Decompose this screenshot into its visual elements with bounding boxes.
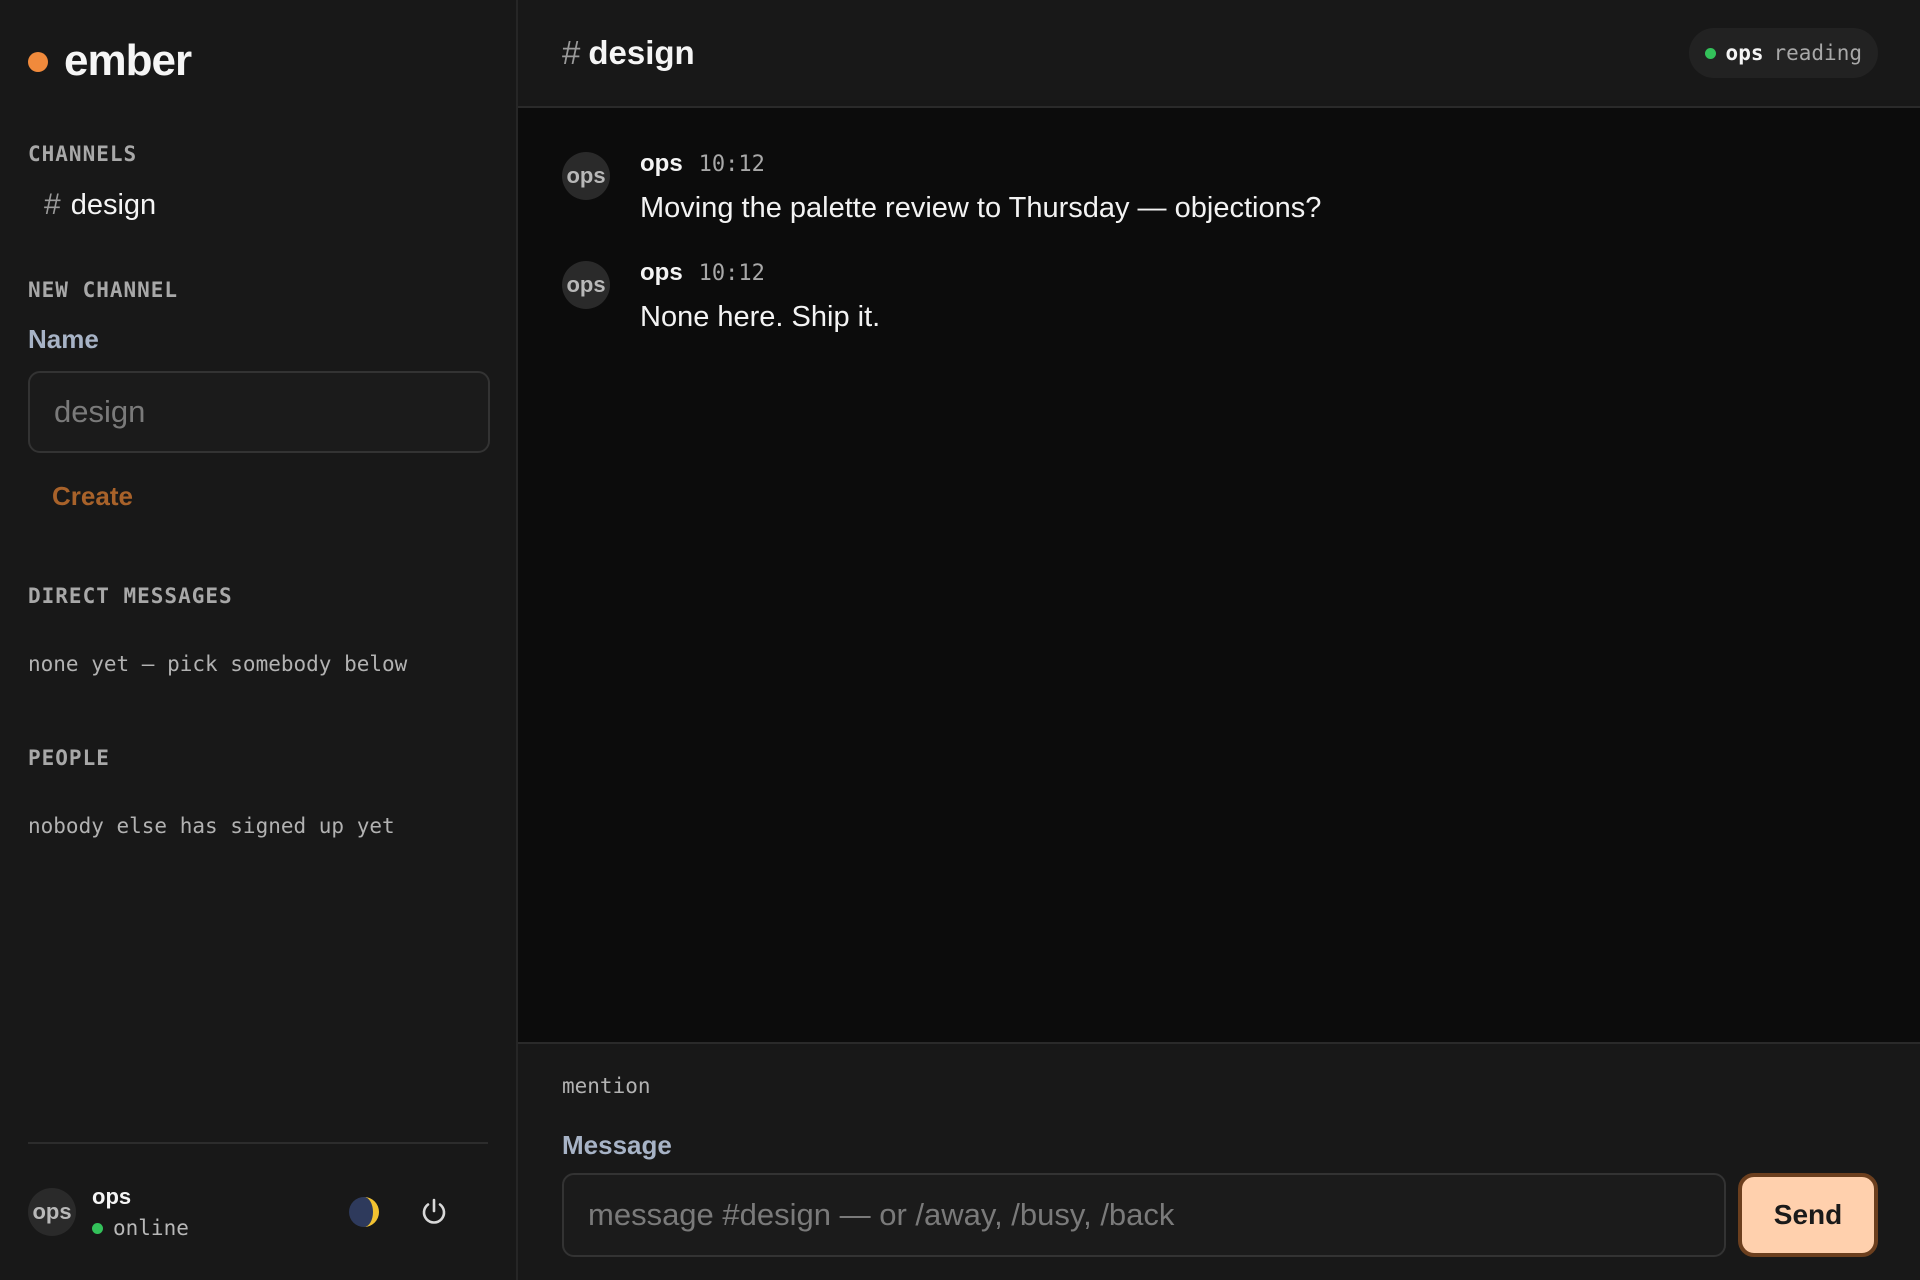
message-input[interactable] bbox=[562, 1173, 1726, 1257]
send-button[interactable]: Send bbox=[1738, 1173, 1878, 1257]
message-body: ops 10:12 None here. Ship it. bbox=[640, 259, 880, 334]
composer-hint: mention bbox=[562, 1074, 651, 1098]
current-user-name: ops bbox=[92, 1184, 132, 1209]
message-time: 10:12 bbox=[698, 152, 765, 177]
message-meta: ops 10:12 bbox=[640, 150, 1321, 178]
direct-messages-empty: none yet — pick somebody below bbox=[28, 652, 408, 676]
online-dot-icon bbox=[92, 1222, 103, 1234]
brand: ember bbox=[28, 0, 488, 122]
channel-name-input[interactable] bbox=[28, 371, 490, 453]
message-author: ops bbox=[640, 259, 683, 286]
avatar: ops bbox=[562, 152, 610, 200]
people-empty: nobody else has signed up yet bbox=[28, 814, 395, 838]
channel-title: design bbox=[588, 34, 695, 71]
page-title: # design bbox=[562, 34, 695, 72]
channel-header: # design ops reading bbox=[518, 0, 1920, 108]
composer: mention Message Send bbox=[518, 1042, 1920, 1280]
direct-messages-heading: DIRECT MESSAGES bbox=[28, 584, 233, 608]
message-text: Moving the palette review to Thursday — … bbox=[640, 192, 1322, 224]
power-icon[interactable] bbox=[416, 1194, 452, 1230]
avatar: ops bbox=[28, 1188, 76, 1236]
hash-icon: # bbox=[44, 188, 61, 221]
app-root: ember CHANNELS # design NEW CHANNEL Name… bbox=[0, 0, 1920, 1280]
presence-name: ops bbox=[1725, 41, 1764, 65]
create-channel-button[interactable]: Create bbox=[52, 481, 133, 512]
message-text: None here. Ship it. bbox=[640, 301, 881, 333]
presence-state: reading bbox=[1773, 41, 1862, 65]
message-author: ops bbox=[640, 150, 683, 177]
message-time: 10:12 bbox=[698, 261, 765, 286]
brand-name: ember bbox=[64, 36, 192, 85]
online-dot-icon bbox=[1704, 47, 1716, 59]
message-body: ops 10:12 Moving the palette review to T… bbox=[640, 150, 1321, 225]
people-heading: PEOPLE bbox=[28, 746, 110, 770]
channel-label: design bbox=[70, 188, 157, 221]
message-label: Message bbox=[562, 1130, 672, 1160]
theme-toggle-icon[interactable] bbox=[346, 1194, 382, 1230]
message-item: ops ops 10:12 Moving the palette review … bbox=[562, 150, 1878, 225]
hash-icon: # bbox=[562, 34, 581, 71]
sidebar-footer: ops ops online bbox=[28, 1142, 488, 1280]
message-list[interactable]: ops ops 10:12 Moving the palette review … bbox=[518, 108, 1920, 1042]
channels-heading: CHANNELS bbox=[28, 142, 138, 166]
current-user: ops online bbox=[92, 1184, 189, 1240]
main-panel: # design ops reading ops ops 10:12 Moving… bbox=[518, 0, 1920, 1280]
sidebar-item-design[interactable]: # design bbox=[28, 176, 488, 234]
current-user-status: online bbox=[92, 1216, 189, 1240]
brand-dot-icon bbox=[28, 52, 48, 72]
footer-actions bbox=[346, 1194, 452, 1230]
message-item: ops ops 10:12 None here. Ship it. bbox=[562, 259, 1878, 334]
channel-name-label: Name bbox=[28, 324, 99, 354]
new-channel-heading: NEW CHANNEL bbox=[28, 278, 179, 302]
current-user-status-text: online bbox=[113, 1216, 189, 1240]
sidebar: ember CHANNELS # design NEW CHANNEL Name… bbox=[0, 0, 518, 1280]
composer-row: Send bbox=[562, 1173, 1878, 1257]
presence-badge: ops reading bbox=[1688, 28, 1878, 78]
message-meta: ops 10:12 bbox=[640, 259, 880, 287]
avatar: ops bbox=[562, 261, 610, 309]
